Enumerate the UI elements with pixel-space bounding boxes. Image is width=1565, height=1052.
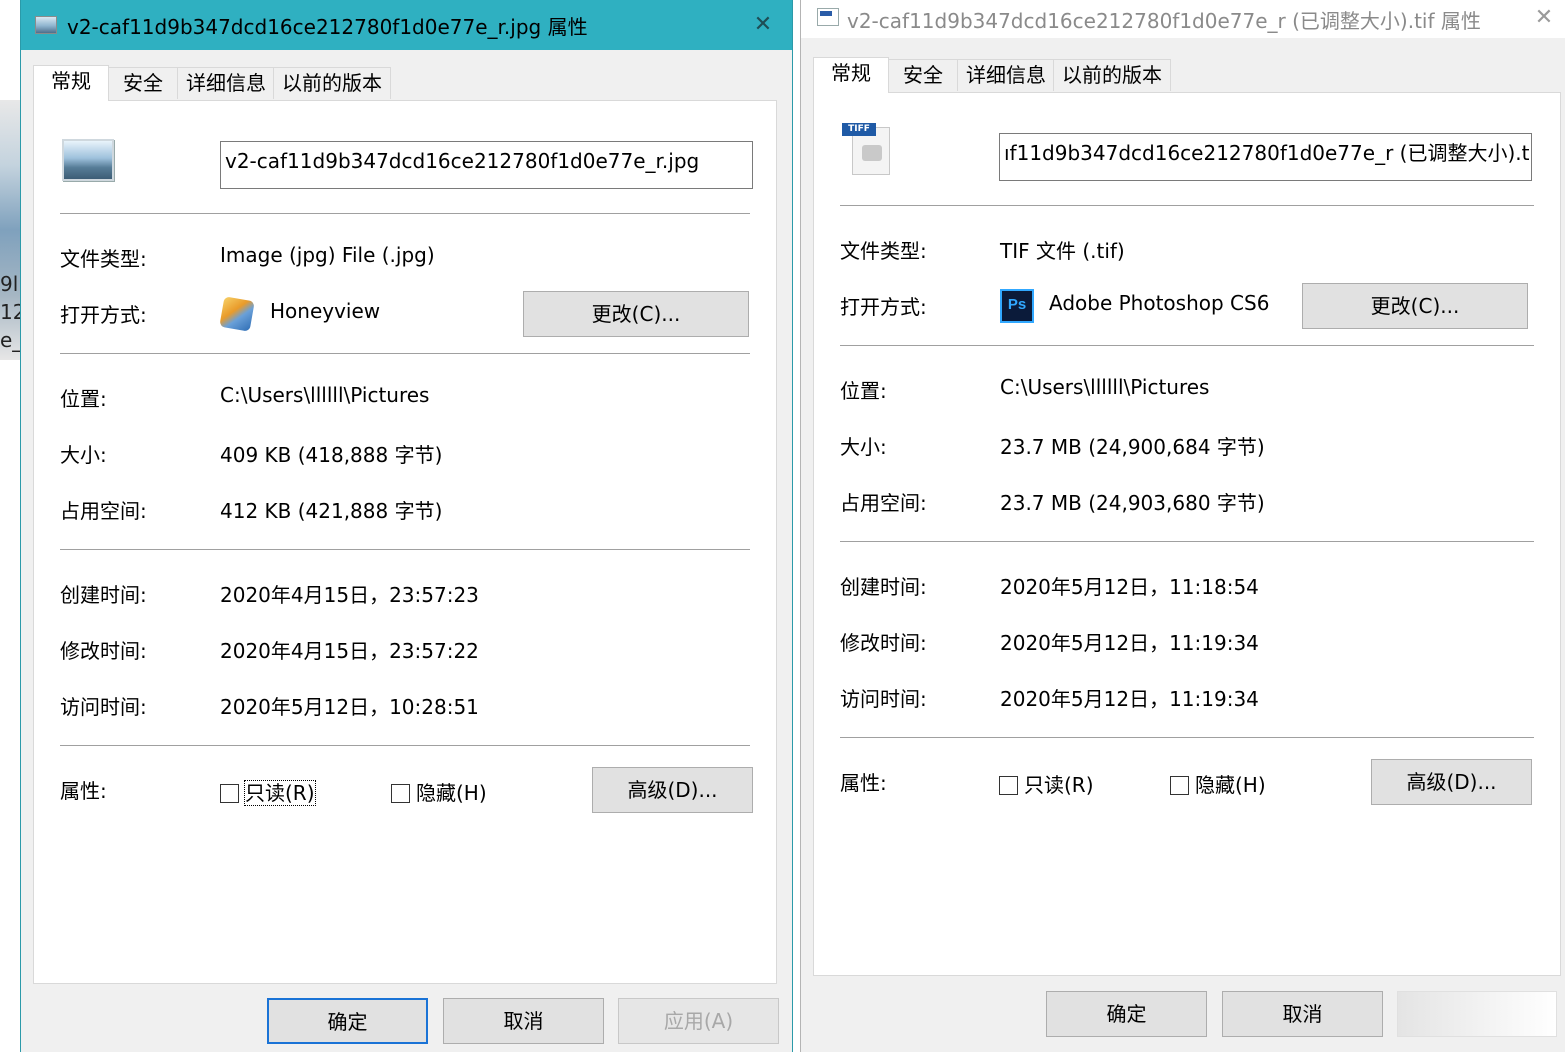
title-bar[interactable]: v2-caf11d9b347dcd16ce212780f1d0e77e_r (已…	[801, 0, 1565, 38]
modified-value: 2020年4月15日，23:57:22	[220, 639, 479, 663]
general-panel: TIFF ıf11d9b347dcd16ce212780f1d0e77e_r (…	[813, 92, 1561, 976]
tab-details[interactable]: 详细信息	[177, 67, 275, 99]
honeyview-icon	[219, 296, 255, 332]
size-on-disk-label: 占用空间:	[840, 491, 927, 515]
readonly-checkbox-label: 只读(R)	[1024, 773, 1094, 797]
general-panel: v2-caf11d9b347dcd16ce212780f1d0e77e_r.jp…	[33, 100, 777, 984]
file-type-label: 文件类型:	[60, 247, 147, 271]
apply-button[interactable]: 应用(A)	[618, 998, 779, 1044]
separator	[60, 353, 750, 354]
modified-label: 修改时间:	[60, 639, 147, 663]
open-with-label: 打开方式:	[840, 295, 927, 319]
modified-value: 2020年5月12日，11:19:34	[1000, 631, 1259, 655]
background-window-strip: 9l 12 e_r	[0, 0, 20, 1052]
file-name-input[interactable]: v2-caf11d9b347dcd16ce212780f1d0e77e_r.jp…	[220, 141, 753, 189]
jpg-file-icon	[62, 139, 114, 181]
location-label: 位置:	[60, 387, 107, 411]
tiff-shape-glyph	[862, 145, 882, 161]
attributes-label: 属性:	[840, 771, 887, 795]
photoshop-icon: Ps	[1000, 289, 1034, 323]
tiff-file-icon: TIFF	[840, 123, 894, 177]
size-on-disk-value: 23.7 MB (24,903,680 字节)	[1000, 491, 1265, 515]
open-with-label: 打开方式:	[60, 303, 147, 327]
modified-label: 修改时间:	[840, 631, 927, 655]
location-label: 位置:	[840, 379, 887, 403]
tab-previous-versions[interactable]: 以前的版本	[273, 67, 391, 99]
window-title: v2-caf11d9b347dcd16ce212780f1d0e77e_r (已…	[847, 9, 1481, 33]
hidden-checkbox-label: 隐藏(H)	[1195, 773, 1266, 797]
change-button[interactable]: 更改(C)...	[1302, 283, 1528, 329]
created-label: 创建时间:	[840, 575, 927, 599]
accessed-value: 2020年5月12日，11:19:34	[1000, 687, 1259, 711]
hidden-checkbox[interactable]: 隐藏(H)	[391, 779, 487, 807]
file-type-label: 文件类型:	[840, 239, 927, 263]
created-label: 创建时间:	[60, 583, 147, 607]
window-gap	[793, 0, 800, 1052]
cancel-button[interactable]: 取消	[443, 998, 604, 1044]
location-value: C:\Users\llllll\Pictures	[1000, 375, 1210, 399]
title-bar[interactable]: v2-caf11d9b347dcd16ce212780f1d0e77e_r.jp…	[21, 0, 792, 50]
tif-file-icon	[817, 8, 839, 26]
size-label: 大小:	[60, 443, 107, 467]
open-with-value: Adobe Photoshop CS6	[1049, 291, 1270, 315]
separator	[840, 541, 1534, 542]
cancel-button[interactable]: 取消	[1222, 991, 1383, 1037]
ok-button[interactable]: 确定	[1046, 991, 1207, 1037]
checkbox-box[interactable]	[999, 776, 1018, 795]
checkbox-box[interactable]	[1170, 776, 1189, 795]
size-label: 大小:	[840, 435, 887, 459]
separator	[840, 205, 1534, 206]
separator	[60, 745, 750, 746]
readonly-checkbox[interactable]: 只读(R)	[999, 771, 1094, 799]
advanced-button[interactable]: 高级(D)...	[592, 767, 753, 813]
size-value: 409 KB (418,888 字节)	[220, 443, 443, 467]
hidden-checkbox-label: 隐藏(H)	[416, 781, 487, 805]
tab-security[interactable]: 安全	[887, 59, 959, 91]
separator	[840, 345, 1534, 346]
accessed-label: 访问时间:	[60, 695, 147, 719]
jpg-properties-dialog: v2-caf11d9b347dcd16ce212780f1d0e77e_r.jp…	[20, 0, 793, 1052]
size-on-disk-value: 412 KB (421,888 字节)	[220, 499, 443, 523]
change-button[interactable]: 更改(C)...	[523, 291, 749, 337]
tab-general[interactable]: 常规	[33, 65, 109, 101]
hidden-checkbox[interactable]: 隐藏(H)	[1170, 771, 1266, 799]
background-text: 9l 12 e_r	[0, 270, 20, 354]
close-button[interactable]: ✕	[1529, 3, 1559, 33]
tif-properties-dialog: v2-caf11d9b347dcd16ce212780f1d0e77e_r (已…	[800, 0, 1565, 1052]
tab-general[interactable]: 常规	[813, 57, 889, 93]
window-title: v2-caf11d9b347dcd16ce212780f1d0e77e_r.jp…	[67, 15, 588, 39]
checkbox-box[interactable]	[391, 784, 410, 803]
created-value: 2020年4月15日，23:57:23	[220, 583, 479, 607]
checkbox-box[interactable]	[220, 784, 239, 803]
ok-button[interactable]: 确定	[267, 998, 428, 1044]
tab-previous-versions[interactable]: 以前的版本	[1053, 59, 1171, 91]
tab-security[interactable]: 安全	[107, 67, 179, 99]
size-on-disk-label: 占用空间:	[60, 499, 147, 523]
open-with-value: Honeyview	[270, 299, 381, 323]
location-value: C:\Users\llllll\Pictures	[220, 383, 430, 407]
background-char: e_r	[0, 328, 20, 352]
readonly-checkbox[interactable]: 只读(R)	[220, 779, 316, 807]
file-type-value: TIF 文件 (.tif)	[1000, 239, 1125, 263]
separator	[840, 737, 1534, 738]
size-value: 23.7 MB (24,900,684 字节)	[1000, 435, 1265, 459]
accessed-label: 访问时间:	[840, 687, 927, 711]
background-char: 9l	[0, 272, 19, 296]
file-type-value: Image (jpg) File (.jpg)	[220, 243, 435, 267]
separator	[60, 213, 750, 214]
background-char: 12	[0, 300, 20, 324]
tiff-tag: TIFF	[842, 123, 876, 136]
attributes-label: 属性:	[60, 779, 107, 803]
advanced-button[interactable]: 高级(D)...	[1371, 759, 1532, 805]
separator	[60, 549, 750, 550]
apply-button[interactable]	[1397, 991, 1557, 1037]
image-file-icon	[35, 16, 57, 34]
close-button[interactable]: ✕	[748, 10, 778, 40]
readonly-checkbox-label: 只读(R)	[244, 780, 316, 806]
file-name-input[interactable]: ıf11d9b347dcd16ce212780f1d0e77e_r (已调整大小…	[999, 133, 1532, 181]
created-value: 2020年5月12日，11:18:54	[1000, 575, 1259, 599]
tab-details[interactable]: 详细信息	[957, 59, 1055, 91]
accessed-value: 2020年5月12日，10:28:51	[220, 695, 479, 719]
